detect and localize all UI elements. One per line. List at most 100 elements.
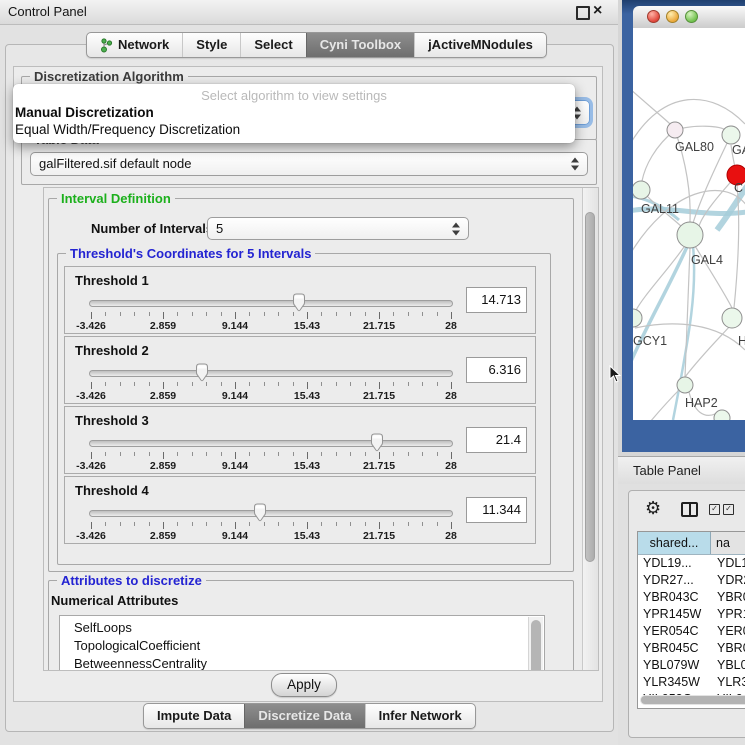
network-edge[interactable] [642, 130, 675, 181]
network-canvas[interactable]: GAL80GACGAL11GAL4GCY1HHAP2 [633, 28, 745, 420]
tab-jactivemnodules[interactable]: jActiveMNodules [414, 33, 546, 57]
threshold-value-field[interactable]: 14.713 [466, 287, 527, 313]
minimize-traffic-light-icon[interactable] [666, 10, 679, 23]
table-data-combobox[interactable]: galFiltered.sif default node [30, 152, 588, 176]
algorithm-option-equal-width[interactable]: Equal Width/Frequency Discretization [13, 121, 575, 138]
tab-impute-data[interactable]: Impute Data [144, 704, 244, 728]
tick-mark [336, 312, 337, 316]
network-edge[interactable] [633, 88, 673, 127]
threshold-label: Threshold 4 [75, 483, 149, 498]
table-row[interactable]: YLR345WYLR3 [638, 674, 745, 691]
network-node[interactable] [714, 410, 730, 420]
table-row[interactable]: YBR043CYBR0 [638, 589, 745, 606]
column-header-name[interactable]: na [711, 532, 745, 554]
table-row[interactable]: YPR145WYPR1 [638, 606, 745, 623]
settings-scrollbar[interactable] [582, 188, 598, 670]
tab-network[interactable]: Network [87, 33, 182, 57]
checkbox-icon[interactable]: ✓ [723, 504, 734, 515]
apply-button[interactable]: Apply [271, 673, 337, 697]
zoom-traffic-light-icon[interactable] [685, 10, 698, 23]
network-node[interactable] [722, 308, 742, 328]
table-row[interactable]: YDR27...YDR2 [638, 572, 745, 589]
thresholds-group-title: Threshold's Coordinates for 5 Intervals [66, 246, 315, 261]
network-node[interactable] [667, 122, 683, 138]
tab-infer-network[interactable]: Infer Network [365, 704, 475, 728]
scale-label: 21.715 [363, 460, 395, 472]
attribute-item-betweennesscentrality[interactable]: BetweennessCentrality [60, 655, 544, 671]
tick-mark [437, 522, 438, 526]
float-window-icon[interactable] [576, 6, 590, 20]
slider-track[interactable] [89, 440, 453, 447]
slider-track[interactable] [89, 510, 453, 517]
list-scrollbar-thumb[interactable] [531, 620, 541, 671]
scale-label: 15.43 [294, 320, 320, 332]
slider-track[interactable] [89, 300, 453, 307]
scale-label: 2.859 [150, 460, 176, 472]
network-edge[interactable] [685, 248, 690, 377]
node-label-gal80: GAL80 [675, 140, 714, 154]
node-label-gal11: GAL11 [641, 202, 679, 216]
node-label-gcy1: GCY1 [633, 334, 667, 348]
slider-ticks [91, 312, 451, 320]
slider-thumb[interactable] [292, 293, 307, 312]
tab-label: Discretize Data [258, 704, 351, 728]
split-columns-icon[interactable] [681, 502, 698, 517]
close-traffic-light-icon[interactable] [647, 10, 660, 23]
threshold-value-field[interactable]: 21.4 [466, 427, 527, 453]
tab-style[interactable]: Style [182, 33, 240, 57]
table-row[interactable]: YDL19...YDL1 [638, 555, 745, 572]
threshold-slider[interactable]: -3.4262.8599.14415.4321.71528 [89, 295, 453, 331]
threshold-label: Threshold 2 [75, 343, 149, 358]
number-of-intervals-combobox[interactable]: 5 [207, 217, 469, 240]
tab-select[interactable]: Select [240, 33, 305, 57]
tick-mark [221, 382, 222, 386]
network-node[interactable] [677, 222, 703, 248]
threshold-slider[interactable]: -3.4262.8599.14415.4321.71528 [89, 435, 453, 471]
table-row[interactable]: YBL079WYBL0 [638, 657, 745, 674]
network-edge[interactable] [685, 326, 730, 377]
attribute-item-topologicalcoefficient[interactable]: TopologicalCoefficient [60, 637, 544, 655]
threshold-value-field[interactable]: 11.344 [466, 497, 527, 523]
scale-label: 21.715 [363, 320, 395, 332]
close-icon[interactable]: × [593, 1, 602, 21]
interval-definition-group: Interval Definition Number of Intervals … [48, 198, 574, 572]
settings-scrollbar-thumb[interactable] [585, 212, 595, 562]
scale-label: 28 [445, 460, 457, 472]
table-row[interactable]: YER054CYER0 [638, 623, 745, 640]
gear-icon[interactable]: ⚙ [645, 498, 661, 519]
threshold-slider[interactable]: -3.4262.8599.14415.4321.71528 [89, 365, 453, 401]
tick-mark [365, 312, 366, 316]
tab-discretize-data[interactable]: Discretize Data [244, 704, 364, 728]
checkbox-icon[interactable]: ✓ [709, 504, 720, 515]
tab-cyni-toolbox[interactable]: Cyni Toolbox [306, 33, 414, 57]
numerical-attributes-list[interactable]: SelfLoopsTopologicalCoefficientBetweenne… [59, 615, 545, 671]
tick-mark [149, 452, 150, 456]
table-horizontal-scrollbar[interactable] [640, 695, 745, 705]
scale-label: 28 [445, 320, 457, 332]
table-data-group: Table Data galFiltered.sif default node [21, 139, 597, 185]
attribute-item-selfloops[interactable]: SelfLoops [60, 619, 544, 637]
list-scrollbar[interactable] [528, 617, 543, 671]
column-header-shared-name[interactable]: shared... [638, 532, 711, 554]
slider-thumb[interactable] [253, 503, 268, 522]
table-panel-titlebar: Table Panel [618, 456, 745, 486]
combo-arrows-icon [452, 222, 460, 235]
threshold-slider[interactable]: -3.4262.8599.14415.4321.71528 [89, 505, 453, 541]
algorithm-option-manual[interactable]: Manual Discretization [13, 104, 575, 121]
algorithm-placeholder-option[interactable]: Select algorithm to view settings [13, 87, 575, 104]
network-node[interactable] [633, 309, 642, 327]
scale-label: -3.426 [76, 390, 106, 402]
slider-track[interactable] [89, 370, 453, 377]
network-node[interactable] [633, 181, 650, 199]
table-row[interactable]: YBR045CYBR0 [638, 640, 745, 657]
network-node[interactable] [677, 377, 693, 393]
table-scrollbar-thumb[interactable] [641, 696, 745, 704]
table-panel-body: ⚙ ✓ ✓ shared... na YDL19...YDL1YDR27...Y… [618, 484, 745, 745]
slider-thumb[interactable] [369, 433, 384, 452]
tab-label: Style [196, 33, 227, 57]
tick-mark [278, 522, 279, 526]
slider-thumb[interactable] [194, 363, 209, 382]
network-node[interactable] [722, 126, 740, 144]
tick-mark [91, 522, 92, 529]
threshold-value-field[interactable]: 6.316 [466, 357, 527, 383]
